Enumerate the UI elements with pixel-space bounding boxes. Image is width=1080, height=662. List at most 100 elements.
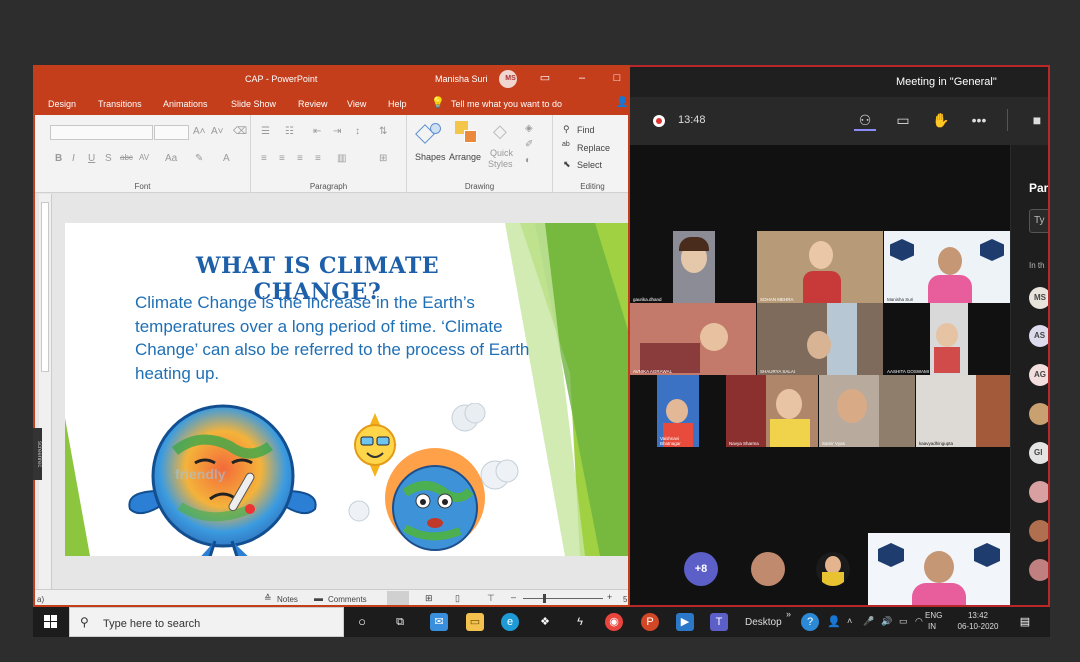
find-icon[interactable]: ⚲ xyxy=(563,124,570,135)
participant-avatar[interactable]: AG xyxy=(1029,364,1048,386)
clock[interactable]: 13:42 06-10-2020 xyxy=(951,610,1005,632)
align-right-icon[interactable]: ≡ xyxy=(297,153,303,164)
decrease-indent-icon[interactable]: ⇤ xyxy=(313,126,321,137)
tell-me-search[interactable]: Tell me what you want to do xyxy=(451,99,562,109)
text-direction-icon[interactable]: ⇅ xyxy=(379,126,387,137)
zoom-slider-thumb[interactable] xyxy=(543,594,546,603)
normal-view-icon[interactable] xyxy=(387,591,409,605)
bolt-app-icon[interactable]: ϟ xyxy=(571,613,589,631)
video-tile[interactable]: SOHAN MEHRA xyxy=(757,231,883,303)
italic-icon[interactable]: I xyxy=(72,153,75,164)
participant-avatar[interactable]: MS xyxy=(1029,287,1048,309)
minimize-icon[interactable]: – xyxy=(575,71,589,85)
battery-icon[interactable]: ▭ xyxy=(899,616,908,627)
participant-avatar[interactable] xyxy=(1029,520,1048,542)
overflow-participants[interactable]: +8 xyxy=(684,552,718,586)
tab-transitions[interactable]: Transitions xyxy=(98,99,142,109)
participants-icon[interactable]: ⚇ xyxy=(854,109,876,131)
chrome-icon[interactable]: ◉ xyxy=(605,613,623,631)
notifications-icon[interactable]: ▤ xyxy=(1016,613,1034,631)
font-size-box[interactable] xyxy=(154,125,189,140)
zoom-out-icon[interactable]: – xyxy=(511,592,516,602)
char-spacing-icon[interactable]: AV xyxy=(139,153,149,162)
video-tile[interactable] xyxy=(673,231,715,303)
taskbar-search[interactable]: ⚲ Type here to search xyxy=(69,607,344,637)
increase-indent-icon[interactable]: ⇥ xyxy=(333,126,341,137)
find-button[interactable]: Find xyxy=(577,125,595,135)
select-button[interactable]: Select xyxy=(577,160,602,170)
underline-icon[interactable]: U xyxy=(88,153,95,164)
font-color-icon[interactable]: A xyxy=(223,153,230,164)
tab-view[interactable]: View xyxy=(347,99,366,109)
task-view-icon[interactable]: ⧉ xyxy=(391,613,409,631)
zoom-level[interactable]: 5 xyxy=(623,595,627,604)
arrange-icon[interactable] xyxy=(455,121,479,145)
select-icon[interactable]: ⬉ xyxy=(563,159,571,170)
comments-icon[interactable]: ▬ xyxy=(314,593,323,603)
desktop-toolbar[interactable]: Desktop xyxy=(745,617,782,628)
highlight-icon[interactable]: ✎ xyxy=(195,153,203,164)
powerpoint-taskbar-icon[interactable]: P xyxy=(641,613,659,631)
wifi-icon[interactable]: ◠ xyxy=(915,616,923,627)
tab-review[interactable]: Review xyxy=(298,99,328,109)
replace-button[interactable]: Replace xyxy=(577,143,610,153)
participant-avatar[interactable] xyxy=(1029,481,1048,503)
line-spacing-icon[interactable]: ↕ xyxy=(355,126,360,137)
smartart-icon[interactable]: ⊞ xyxy=(379,153,387,164)
strikethrough-icon[interactable]: abc xyxy=(120,153,133,162)
slide-sorter-icon[interactable]: ⊞ xyxy=(425,593,433,604)
edge-icon[interactable]: e xyxy=(501,613,519,631)
participant-avatar[interactable] xyxy=(1029,403,1048,425)
zoom-slider[interactable] xyxy=(523,598,603,599)
quick-label[interactable]: Quick xyxy=(490,148,513,158)
video-tile[interactable]: AVNIKA AGRAWAL xyxy=(630,303,756,375)
self-video-tile[interactable] xyxy=(868,533,1010,605)
tab-slide-show[interactable]: Slide Show xyxy=(231,99,276,109)
quick-styles-icon[interactable]: ◇ xyxy=(493,121,517,145)
tab-design[interactable]: Design xyxy=(48,99,76,109)
participant-thumbnail[interactable] xyxy=(816,552,850,586)
help-icon[interactable]: ? xyxy=(801,613,819,631)
user-tray-icon[interactable]: 👤 xyxy=(825,613,843,631)
video-tile[interactable]: AASHITA GOSWAMI xyxy=(884,303,1010,375)
shape-fill-icon[interactable]: ◈ xyxy=(525,123,533,134)
participant-avatar[interactable] xyxy=(1029,559,1048,581)
volume-icon[interactable]: 🔊 xyxy=(881,616,892,627)
justify-icon[interactable]: ≡ xyxy=(315,153,321,164)
ribbon-display-icon[interactable]: ▭ xyxy=(538,71,552,85)
participant-avatar[interactable]: GI xyxy=(1029,442,1048,464)
video-tile[interactable]: Manisha Suri xyxy=(884,231,1010,303)
shape-effects-icon[interactable]: ◐ xyxy=(525,155,531,166)
vertical-scrollbar[interactable] xyxy=(39,194,52,589)
ppt-user-name[interactable]: Manisha Suri xyxy=(435,74,488,84)
notes-button[interactable]: Notes xyxy=(277,595,298,604)
chat-icon[interactable]: ▭ xyxy=(892,109,914,131)
toolbar-expand-icon[interactable]: » xyxy=(786,609,791,619)
align-center-icon[interactable]: ≡ xyxy=(279,153,285,164)
language-indicator[interactable]: ENG IN xyxy=(925,610,942,632)
participant-avatar[interactable]: AS xyxy=(1029,325,1048,347)
video-tile[interactable]: Vaishnavi Bhatnagar xyxy=(657,375,699,447)
zoom-in-icon[interactable]: + xyxy=(607,592,612,602)
styles-label[interactable]: Styles xyxy=(488,159,513,169)
arrange-label[interactable]: Arrange xyxy=(449,152,481,162)
participant-thumbnail[interactable] xyxy=(751,552,785,586)
shapes-icon[interactable] xyxy=(415,121,442,145)
dropbox-icon[interactable]: ❖ xyxy=(536,613,554,631)
shape-outline-icon[interactable]: ✐ xyxy=(525,139,533,150)
raise-hand-icon[interactable]: ✋ xyxy=(930,109,952,131)
video-tile[interactable]: SHAURYA SALAI xyxy=(757,303,883,375)
tab-help[interactable]: Help xyxy=(388,99,407,109)
camera-icon[interactable]: ■ xyxy=(1026,109,1048,131)
comments-button[interactable]: Comments xyxy=(328,595,367,604)
ppt-user-avatar[interactable]: MS xyxy=(499,70,517,88)
file-explorer-icon[interactable]: ▭ xyxy=(466,613,484,631)
video-tile[interactable]: gaurika.dhand xyxy=(630,231,672,303)
tab-animations[interactable]: Animations xyxy=(163,99,208,109)
bold-icon[interactable]: B xyxy=(55,153,62,164)
align-left-icon[interactable]: ≡ xyxy=(261,153,267,164)
font-name-box[interactable] xyxy=(50,125,153,140)
replace-icon[interactable]: ab xyxy=(562,141,570,148)
slide-canvas[interactable]: WHAT IS CLIMATE CHANGE? Climate Change i… xyxy=(65,223,628,556)
maximize-icon[interactable]: □ xyxy=(610,71,624,85)
